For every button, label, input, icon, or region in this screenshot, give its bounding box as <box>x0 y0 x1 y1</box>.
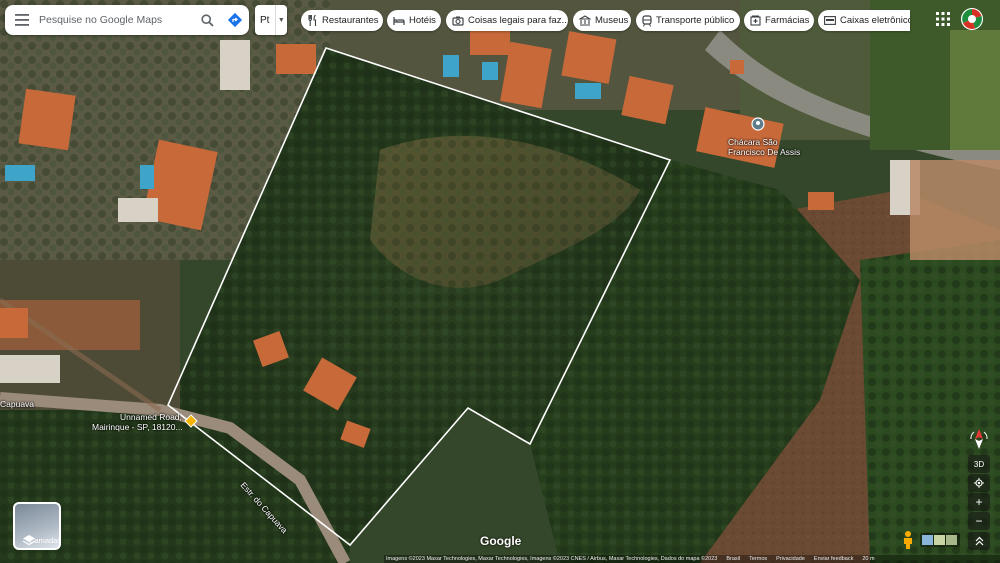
thumbnail-2[interactable] <box>934 535 945 545</box>
chip-label: Museus <box>595 15 629 26</box>
hamburger-icon <box>15 14 29 26</box>
my-location-icon <box>974 478 984 488</box>
layers-label: Camadas <box>29 536 61 545</box>
bed-icon <box>393 15 405 27</box>
apps-grid-icon <box>936 12 950 26</box>
search-icon <box>200 13 214 27</box>
directions-icon <box>227 12 243 28</box>
thumbnail-1[interactable] <box>922 535 933 545</box>
chip-label: Transporte público <box>656 15 735 26</box>
chip-label: Restaurantes <box>322 15 379 26</box>
chip-things-to-do[interactable]: Coisas legais para faz... <box>446 10 568 31</box>
zoom-in-button[interactable]: + <box>968 493 990 511</box>
atm-icon <box>824 15 836 27</box>
road-label-capuava: Capuava <box>0 399 35 409</box>
google-apps-button[interactable] <box>935 11 951 27</box>
avatar[interactable] <box>961 8 983 30</box>
place-pin-icon <box>751 117 765 131</box>
unnamed-road-line-2: Mairinque - SP, 18120... <box>92 422 183 432</box>
language-select-value: Pt <box>260 14 270 26</box>
place-label[interactable]: Chácara São Francisco De Assis <box>728 137 800 157</box>
account-avatar-icon <box>961 8 983 30</box>
feedback-link[interactable]: Enviar feedback <box>814 556 853 562</box>
compass-button[interactable] <box>968 427 990 451</box>
unnamed-road-label[interactable]: Unnamed Road, Mairinque - SP, 18120... <box>92 412 183 432</box>
chip-atms[interactable]: Caixas eletrônico <box>818 10 910 31</box>
chip-label: Farmácias <box>765 15 810 26</box>
unnamed-road-line-1: Unnamed Road, <box>120 412 182 422</box>
thumbnail-3[interactable] <box>946 535 957 545</box>
train-icon <box>642 14 652 27</box>
region-link[interactable]: Brasil <box>726 556 740 562</box>
chip-museums[interactable]: Museus <box>573 10 631 31</box>
chip-pharmacies[interactable]: Farmácias <box>744 10 814 31</box>
pharmacy-icon <box>750 15 761 27</box>
expand-button[interactable] <box>968 532 990 550</box>
chevron-down-icon: ▼ <box>274 5 287 35</box>
my-location-button[interactable] <box>968 474 990 492</box>
chip-hotels[interactable]: Hotéis <box>387 10 441 31</box>
imagery-thumbnails[interactable] <box>920 533 960 547</box>
language-select[interactable]: Pt ▼ <box>255 5 287 35</box>
chip-label: Coisas legais para faz... <box>468 15 568 26</box>
imagery-attribution: Imagens ©2023 Maxar Technologies, Maxar … <box>386 556 718 562</box>
street-view-pegman-icon[interactable] <box>900 530 916 550</box>
search-input[interactable]: Pesquise no Google Maps <box>39 14 193 26</box>
camera-icon <box>452 15 464 27</box>
museum-icon <box>579 15 591 27</box>
chevron-up-icon <box>975 536 983 546</box>
search-box[interactable]: Pesquise no Google Maps <box>5 5 249 35</box>
menu-button[interactable] <box>5 5 39 35</box>
chip-transit[interactable]: Transporte público <box>636 10 740 31</box>
map-footer: Imagens ©2023 Maxar Technologies, Maxar … <box>384 555 1000 563</box>
zoom-out-button[interactable]: − <box>968 512 990 530</box>
tilt-3d-button[interactable]: 3D <box>968 455 990 473</box>
scale-label: 20 m <box>862 556 875 562</box>
satellite-map[interactable] <box>0 0 1000 563</box>
terms-link[interactable]: Termos <box>749 556 767 562</box>
fork-knife-icon <box>307 15 318 27</box>
google-logo: Google <box>480 534 522 548</box>
search-button[interactable] <box>193 5 221 35</box>
directions-button[interactable] <box>221 5 249 35</box>
place-label-line-1: Chácara São <box>728 137 778 147</box>
place-label-line-2: Francisco De Assis <box>728 147 801 157</box>
privacy-link[interactable]: Privacidade <box>776 556 805 562</box>
chip-label: Hotéis <box>409 15 436 26</box>
compass-icon <box>970 429 988 449</box>
chip-label: Caixas eletrônico <box>840 15 910 26</box>
chip-restaurants[interactable]: Restaurantes <box>301 10 383 31</box>
layers-button[interactable]: Camadas <box>13 502 61 550</box>
